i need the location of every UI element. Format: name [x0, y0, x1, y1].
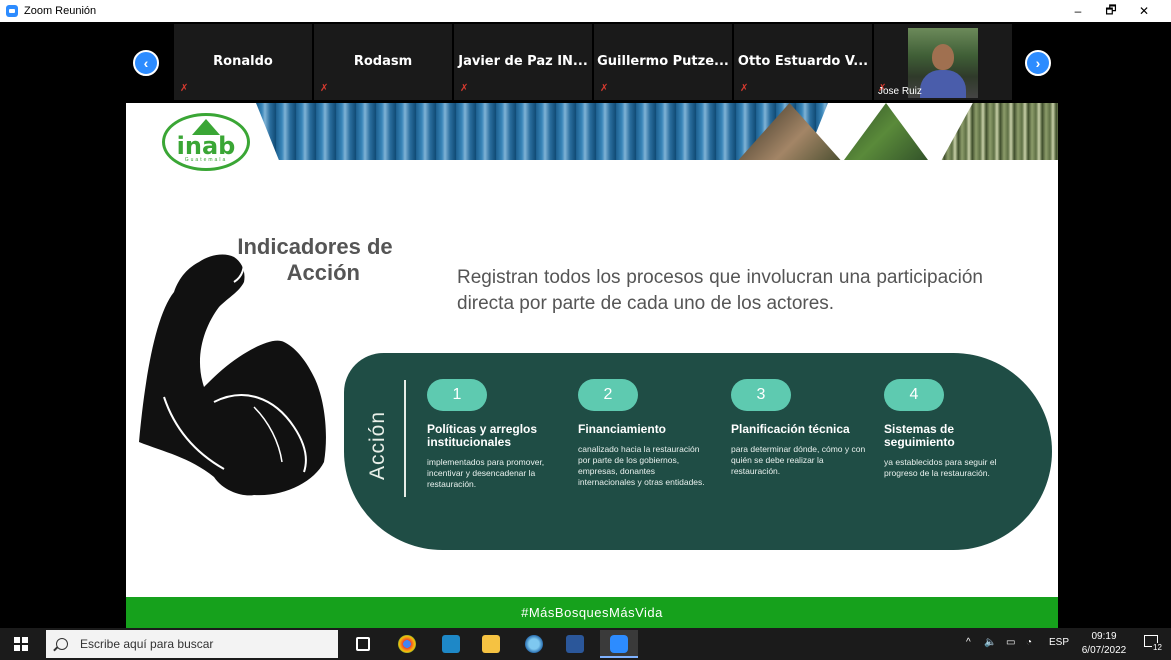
participant-body — [920, 70, 966, 98]
step-description: ya establecidos para seguir el progreso … — [884, 457, 997, 478]
chrome-icon[interactable] — [398, 635, 416, 653]
participant-tile[interactable]: Ronaldo ✗ — [174, 24, 312, 100]
logo-subtext: Guatemala — [184, 157, 228, 163]
close-button[interactable]: ✕ — [1124, 0, 1164, 22]
file-explorer-icon[interactable] — [482, 635, 500, 653]
step-number-badge: 4 — [884, 379, 944, 411]
chevron-left-icon[interactable]: ‹ — [133, 50, 159, 76]
logo-text: inab — [176, 132, 236, 160]
panel-divider — [404, 380, 406, 497]
search-placeholder: Escribe aquí para buscar — [80, 637, 214, 651]
battery-icon[interactable]: ▭ — [1006, 637, 1015, 648]
panel-vertical-label: Acción — [366, 411, 389, 481]
zoom-icon — [610, 635, 628, 653]
action-panel: Acción 1 Políticas y arreglos institucio… — [344, 353, 1052, 550]
zoom-taskbar-button[interactable] — [600, 630, 638, 658]
muted-mic-icon: ✗ — [740, 83, 749, 94]
participant-video: Jose Ruiz — [878, 28, 978, 98]
participant-face — [932, 44, 954, 70]
participant-name: Javier de Paz IN... — [458, 54, 588, 69]
step-description: canalizado hacia la restauración por par… — [578, 444, 705, 487]
participant-tile[interactable]: Javier de Paz IN... ✗ — [454, 24, 592, 100]
action-step: 4 Sistemas de seguimiento ya establecido… — [884, 379, 1024, 479]
action-step: 3 Planificación técnica para determinar … — [731, 379, 871, 477]
step-number-badge: 3 — [731, 379, 791, 411]
step-number-badge: 2 — [578, 379, 638, 411]
participant-name: Jose Ruiz — [878, 86, 922, 97]
word-icon[interactable] — [566, 635, 584, 653]
taskbar-clock[interactable]: 09:19 6/07/2022 — [1080, 630, 1128, 658]
muted-mic-icon: ✗ — [180, 83, 189, 94]
muted-mic-icon: ✗ — [460, 83, 469, 94]
participant-name: Guillermo Putze... — [597, 54, 729, 69]
meeting-stage: ‹ Ronaldo ✗ Rodasm ✗ Javier de Paz IN...… — [0, 22, 1171, 628]
taskbar: Escribe aquí para buscar ^ 🔈 ▭ ◔ ESP 09:… — [0, 628, 1171, 660]
participant-name: Otto Estuardo V... — [737, 54, 869, 69]
chevron-right-icon[interactable]: › — [1025, 50, 1051, 76]
shared-slide: inab Guatemala Indicadores de Acción Reg… — [126, 103, 1058, 628]
action-step: 2 Financiamiento canalizado hacia la res… — [578, 379, 708, 488]
participant-strip: ‹ Ronaldo ✗ Rodasm ✗ Javier de Paz IN...… — [0, 22, 1171, 102]
clock-date: 6/07/2022 — [1081, 645, 1127, 656]
search-icon — [56, 638, 68, 650]
step-description: implementados para promover, incentivar … — [427, 457, 545, 489]
slide-banner — [126, 103, 1058, 160]
taskbar-search-box[interactable]: Escribe aquí para buscar — [46, 630, 338, 658]
task-view-icon[interactable] — [356, 637, 370, 651]
step-title: Sistemas de seguimiento — [884, 422, 955, 449]
participant-tile[interactable]: Rodasm ✗ — [314, 24, 452, 100]
step-title: Planificación técnica — [731, 422, 850, 436]
windows-start-icon[interactable] — [14, 637, 28, 651]
participant-tile[interactable]: Otto Estuardo V... ✗ — [734, 24, 872, 100]
window-title: Zoom Reunión — [24, 5, 97, 17]
clock-time: 09:19 — [1091, 631, 1117, 642]
step-title: Políticas y arreglos institucionales — [427, 422, 538, 449]
wifi-icon[interactable]: ◔ — [1026, 637, 1032, 648]
outlook-icon[interactable] — [442, 635, 460, 653]
notification-count: 12 — [1152, 643, 1163, 652]
tray-expand-icon[interactable]: ^ — [966, 637, 971, 648]
participant-tile[interactable]: Guillermo Putze... ✗ — [594, 24, 732, 100]
muted-mic-icon: ✗ — [320, 83, 329, 94]
seedlings-photo — [844, 103, 928, 160]
muted-mic-icon: ✗ — [600, 83, 609, 94]
notification-icon[interactable]: 12 — [1144, 635, 1163, 653]
slide-footer-hashtag: #MásBosquesMásVida — [126, 597, 1058, 628]
pine-forest-photo — [941, 103, 1058, 160]
action-step: 1 Políticas y arreglos institucionales i… — [427, 379, 577, 490]
step-title: Financiamiento — [578, 422, 667, 436]
step-description: para determinar dónde, cómo y con quién … — [731, 444, 866, 476]
step-number-badge: 1 — [427, 379, 487, 411]
participant-name: Ronaldo — [213, 54, 273, 69]
zoom-app-icon — [6, 5, 18, 17]
window-titlebar: Zoom Reunión – 🗗 ✕ — [0, 0, 1171, 22]
inab-logo: inab Guatemala — [162, 113, 250, 171]
language-indicator[interactable]: ESP — [1049, 637, 1069, 648]
volume-icon[interactable]: 🔈 — [984, 637, 996, 648]
slide-description: Registran todos los procesos que involuc… — [457, 267, 983, 314]
flexed-arm-icon — [139, 252, 326, 496]
participant-name: Rodasm — [353, 54, 413, 69]
forest-photo — [256, 103, 828, 160]
search-app-icon[interactable] — [525, 635, 543, 653]
